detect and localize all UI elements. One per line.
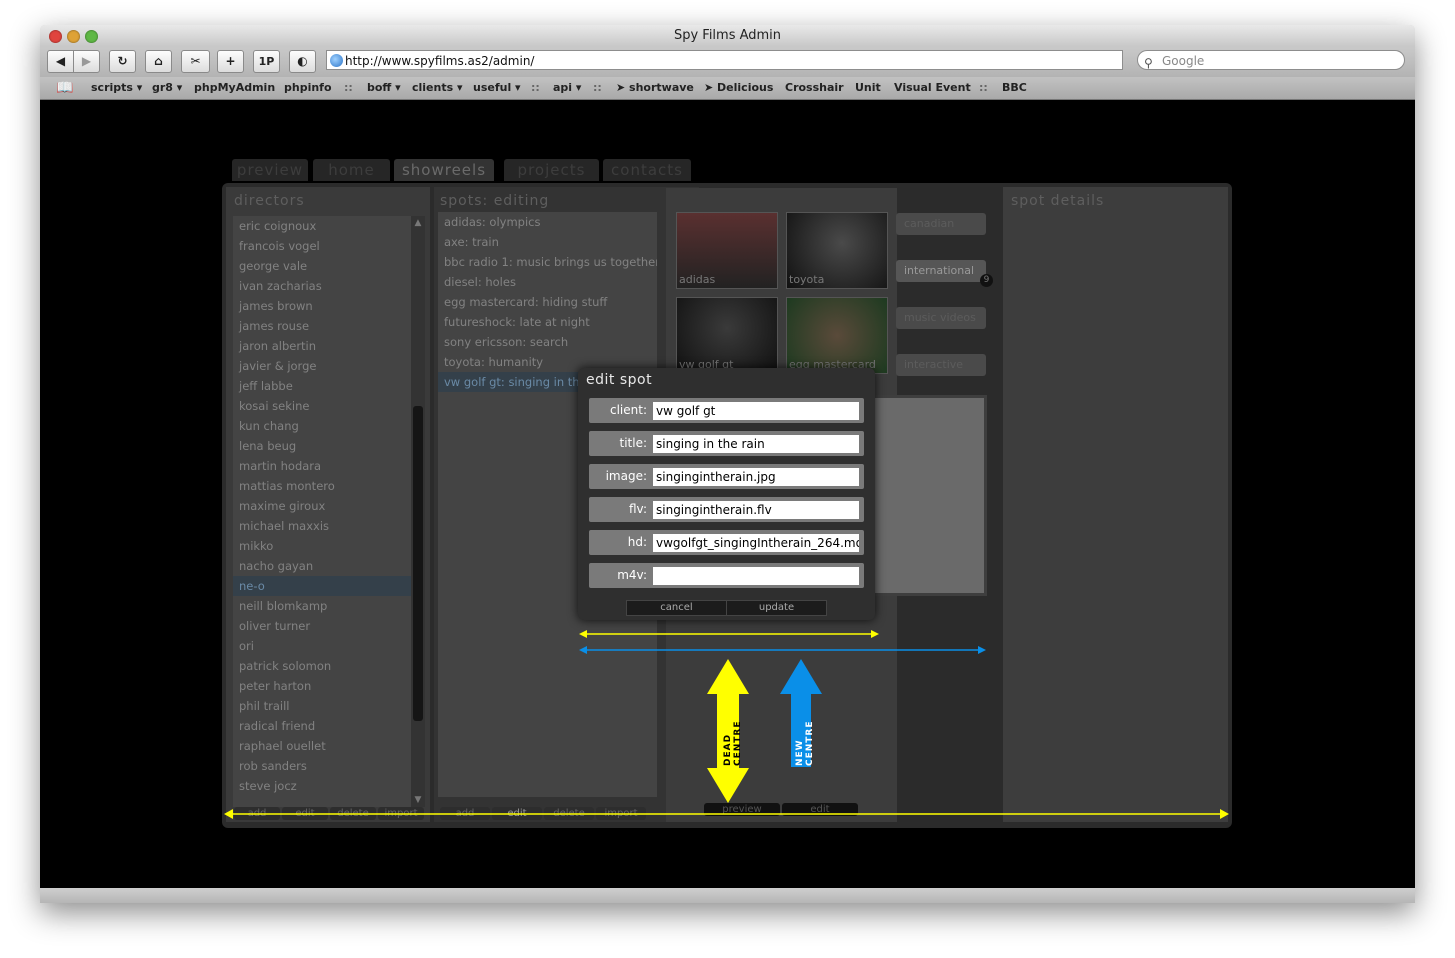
snapback-button[interactable]: ✂ [181,50,210,73]
bookmark-separator: :: [344,81,353,94]
minimize-window-icon[interactable] [67,30,80,43]
bookmark-item[interactable]: useful ▾ [473,77,521,99]
bookmark-item[interactable]: Visual Event [894,77,971,99]
bookmark-item[interactable]: phpinfo [284,77,332,99]
home-button[interactable]: ⌂ [145,50,172,73]
onepassword-button[interactable]: 1P [253,50,280,73]
status-bar [40,888,1415,903]
reload-button[interactable]: ↻ [109,50,136,73]
yellow-width-arrow-dialog [579,630,879,638]
bookmark-item[interactable]: BBC [1002,77,1027,99]
browser-window: Spy Films Admin ◀ ▶ ↻ ⌂ ✂ + 1P ◐ http://… [40,25,1415,903]
zoom-window-icon[interactable] [85,30,98,43]
annotation-overlay [224,630,1229,819]
yellow-width-arrow-page [224,809,1229,819]
bookmark-item[interactable]: Crosshair [785,77,844,99]
search-field[interactable]: ⚲ Google [1137,50,1405,70]
bookmark-item[interactable]: api ▾ [553,77,581,99]
search-placeholder: Google [1162,54,1205,68]
bookmark-item[interactable]: scripts ▾ [91,77,142,99]
search-icon: ⚲ [1144,56,1153,70]
close-window-icon[interactable] [49,30,62,43]
new-centre-label: NEW CENTRE [795,720,815,766]
page-content: preview home showreels projects contacts… [40,100,1415,888]
bookmark-item[interactable]: Unit [855,77,881,99]
address-text: http://www.spyfilms.as2/admin/ [345,54,535,68]
browser-toolbar: ◀ ▶ ↻ ⌂ ✂ + 1P ◐ http://www.spyfilms.as2… [40,47,1415,77]
window-title: Spy Films Admin [673,28,782,43]
bookmarks-book-icon[interactable]: 📖 [56,77,73,99]
back-button[interactable]: ◀ [47,50,74,73]
bookmark-item[interactable]: gr8 ▾ [152,77,182,99]
add-bookmark-button[interactable]: + [217,50,244,73]
bookmark-item[interactable]: phpMyAdmin [194,77,275,99]
address-bar[interactable]: http://www.spyfilms.as2/admin/ [326,50,1123,70]
bookmark-separator: :: [979,81,988,94]
bookmark-separator: :: [593,81,602,94]
extension-button[interactable]: ◐ [289,50,316,73]
dead-centre-label: DEAD CENTRE [723,720,743,766]
globe-icon [330,54,343,67]
blue-width-arrow [579,646,986,654]
bookmarks-bar: 📖 scripts ▾ gr8 ▾ phpMyAdmin phpinfo :: … [40,77,1415,100]
title-bar: Spy Films Admin [40,25,1415,47]
bookmark-item[interactable]: ➤ shortwave [616,77,694,99]
bookmark-item[interactable]: clients ▾ [412,77,463,99]
bookmark-separator: :: [531,81,540,94]
forward-button[interactable]: ▶ [73,50,100,73]
bookmark-item[interactable]: boff ▾ [367,77,401,99]
bookmark-item[interactable]: ➤ Delicious [704,77,773,99]
